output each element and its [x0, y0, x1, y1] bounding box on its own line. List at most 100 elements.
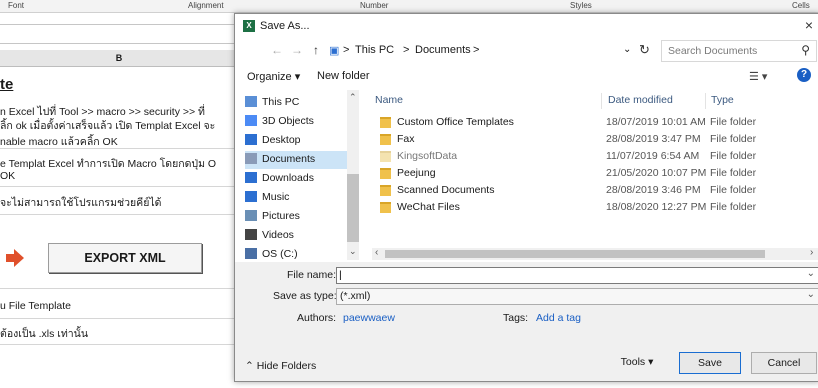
hide-folders-button[interactable]: ⌃ Hide Folders	[245, 360, 316, 372]
file-date: 21/05/2020 10:07 PM	[606, 167, 707, 179]
chevron-down-icon[interactable]: ⌄	[807, 289, 815, 300]
file-row[interactable]: KingsoftData 11/07/2019 6:54 AM File fol…	[372, 148, 817, 165]
file-name-field[interactable]: | ⌄	[336, 267, 818, 284]
breadcrumb-documents[interactable]: Documents	[415, 44, 471, 56]
file-date: 28/08/2019 3:46 PM	[606, 184, 701, 196]
file-row[interactable]: Scanned Documents 28/08/2019 3:46 PM Fil…	[372, 182, 817, 199]
close-icon[interactable]: ×	[805, 17, 813, 33]
scroll-right-icon[interactable]: ›	[810, 247, 813, 258]
back-arrow-icon[interactable]: ←	[271, 43, 283, 57]
pc-icon	[245, 96, 257, 107]
refresh-icon[interactable]: ↻	[639, 42, 650, 58]
column-header-b[interactable]: B	[0, 50, 238, 67]
download-icon	[245, 172, 257, 183]
row-divider	[0, 318, 238, 319]
up-arrow-icon[interactable]: ↑	[313, 43, 319, 57]
row-divider	[0, 214, 238, 215]
nav-scrollbar-thumb[interactable]	[347, 174, 359, 242]
chevron-down-icon[interactable]: ⌄	[807, 268, 815, 279]
save-as-type-select[interactable]: (*.xml) ⌄	[336, 288, 818, 305]
dialog-titlebar[interactable]: X Save As... ×	[235, 14, 818, 38]
row-divider	[0, 344, 238, 345]
export-xml-button[interactable]: EXPORT XML	[48, 243, 202, 273]
chevron-down-icon[interactable]: ⌄	[623, 44, 631, 55]
nav-item-3d-objects[interactable]: 3D Objects	[245, 113, 349, 131]
file-name: KingsoftData	[397, 150, 458, 162]
xls-only-note: ต้องเป็น .xls เท่านั้น	[0, 328, 89, 340]
nav-label: 3D Objects	[262, 115, 314, 127]
folder-icon	[380, 202, 391, 213]
search-icon[interactable]: ⚲	[801, 43, 810, 57]
nav-label: Documents	[262, 153, 316, 165]
nav-label: This PC	[262, 96, 300, 108]
nav-label: Downloads	[262, 172, 314, 184]
cancel-button[interactable]: Cancel	[751, 352, 817, 374]
file-row[interactable]: WeChat Files 18/08/2020 12:27 PM File fo…	[372, 199, 817, 216]
nav-item-downloads[interactable]: Downloads	[245, 170, 349, 188]
column-header-date[interactable]: Date modified	[608, 94, 673, 106]
dialog-title: Save As...	[260, 20, 310, 32]
file-date: 18/08/2020 12:27 PM	[606, 201, 707, 213]
save-button[interactable]: Save	[679, 352, 741, 374]
tags-label: Tags:	[503, 312, 529, 324]
file-row[interactable]: Fax 28/08/2019 3:47 PM File folder	[372, 131, 817, 148]
column-header-type[interactable]: Type	[711, 94, 734, 106]
authors-value[interactable]: paewwaew	[343, 312, 395, 324]
nav-item-documents[interactable]: Documents	[245, 151, 349, 169]
scroll-down-icon[interactable]: ⌄	[349, 246, 357, 257]
nav-item-music[interactable]: Music	[245, 189, 349, 207]
row-divider	[0, 148, 238, 149]
ribbon-group-labels: Font Alignment Number Styles Cells	[0, 0, 818, 13]
add-tag-link[interactable]: Add a tag	[536, 312, 581, 324]
help-icon[interactable]: ?	[797, 68, 811, 82]
breadcrumb-this-pc[interactable]: This PC	[355, 44, 394, 56]
save-as-type-label: Save as type:	[273, 290, 337, 302]
new-folder-button[interactable]: New folder	[317, 70, 370, 82]
file-type: File folder	[710, 184, 757, 196]
row-divider	[0, 288, 238, 289]
crumb-separator: >	[473, 44, 480, 56]
drive-icon	[245, 248, 257, 259]
documents-icon	[245, 153, 257, 164]
file-name: Fax	[397, 133, 415, 145]
file-type: File folder	[710, 116, 757, 128]
dialog-toolbar: Organize ▾ New folder ☰ ▾ ?	[235, 66, 818, 88]
instruction-line-5: OK	[0, 170, 16, 182]
file-list-scrollbar-thumb[interactable]	[385, 250, 765, 258]
file-name: Custom Office Templates	[397, 116, 514, 128]
ribbon-number-label: Number	[360, 1, 389, 10]
column-header-name[interactable]: Name	[375, 94, 403, 106]
file-type: File folder	[710, 167, 757, 179]
search-input[interactable]: Search Documents ⚲	[661, 40, 817, 62]
folder-icon	[380, 185, 391, 196]
authors-label: Authors:	[297, 312, 337, 324]
folder-icon	[380, 151, 391, 162]
scroll-left-icon[interactable]: ‹	[375, 247, 378, 258]
ribbon-cells-label: Cells	[792, 1, 810, 10]
nav-item-this-pc[interactable]: This PC	[245, 94, 349, 112]
scroll-up-icon[interactable]: ⌃	[349, 92, 357, 103]
view-options-icon[interactable]: ☰ ▾	[749, 70, 767, 83]
excel-icon: X	[243, 20, 255, 32]
nav-label: OS (C:)	[262, 248, 298, 260]
nav-item-videos[interactable]: Videos	[245, 227, 349, 245]
nav-item-pictures[interactable]: Pictures	[245, 208, 349, 226]
tools-button[interactable]: Tools ▾	[607, 352, 667, 372]
nav-item-desktop[interactable]: Desktop	[245, 132, 349, 150]
file-row[interactable]: Peejung 21/05/2020 10:07 PM File folder	[372, 165, 817, 182]
save-as-dialog: X Save As... × ← → ↑ ▣ > This PC > Docum…	[234, 13, 818, 382]
file-date: 11/07/2019 6:54 AM	[606, 150, 700, 162]
forward-arrow-icon[interactable]: →	[291, 43, 303, 57]
search-placeholder: Search Documents	[668, 45, 758, 57]
crumb-separator: >	[343, 44, 350, 56]
file-name: Peejung	[397, 167, 436, 179]
pictures-icon	[245, 210, 257, 221]
file-name: Scanned Documents	[397, 184, 495, 196]
nav-label: Music	[262, 191, 290, 203]
save-as-type-value: (*.xml)	[340, 290, 371, 302]
navigation-pane: This PC 3D Objects Desktop Documents Dow…	[235, 90, 363, 262]
organize-button[interactable]: Organize ▾	[247, 70, 300, 83]
file-type: File folder	[710, 201, 757, 213]
file-row[interactable]: Custom Office Templates 18/07/2019 10:01…	[372, 114, 817, 131]
column-separator	[601, 93, 602, 109]
